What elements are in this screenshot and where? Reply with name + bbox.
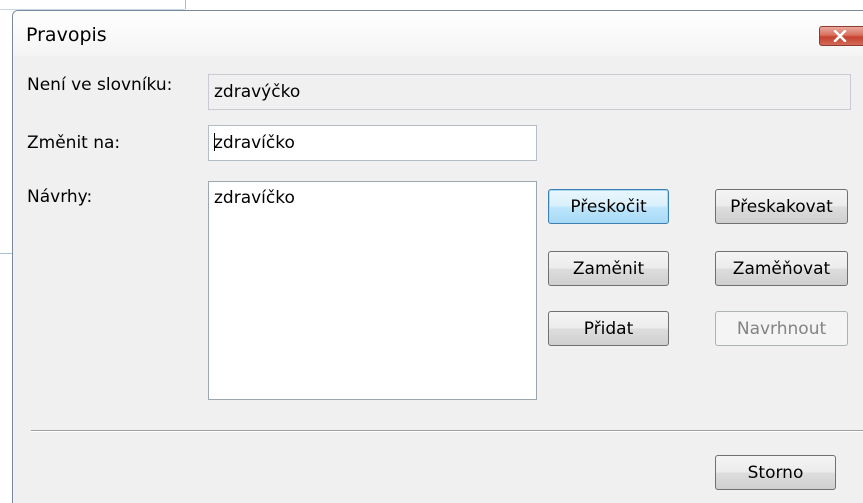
title-bar[interactable]: Pravopis	[13, 11, 863, 56]
not-in-dictionary-label: Není ve slovníku:	[27, 75, 173, 95]
background-window-edge	[0, 0, 185, 10]
add-button[interactable]: Přidat	[548, 311, 669, 346]
not-in-dictionary-field: zdravýčko	[208, 74, 851, 110]
separator	[31, 430, 863, 432]
replace-button[interactable]: Zaměnit	[548, 251, 669, 286]
skip-all-button[interactable]: Přeskakovat	[715, 189, 848, 224]
replace-all-button[interactable]: Zaměňovat	[715, 251, 848, 286]
change-to-value: zdravíčko	[214, 133, 295, 153]
change-to-label: Změnit na:	[27, 133, 121, 153]
change-to-input[interactable]: zdravíčko	[208, 125, 537, 161]
background-window-divider	[185, 0, 186, 9]
spelling-dialog: Pravopis Není ve slovníku: zdravýčko Změ…	[12, 10, 863, 503]
suggestions-list[interactable]: zdravíčko	[208, 181, 537, 400]
suggest-button[interactable]: Navrhnout	[715, 311, 848, 346]
cancel-button[interactable]: Storno	[715, 455, 836, 490]
suggestions-label: Návrhy:	[27, 187, 93, 207]
close-button[interactable]	[819, 26, 863, 46]
close-icon	[833, 30, 847, 42]
suggestion-item[interactable]: zdravíčko	[214, 188, 531, 208]
skip-button[interactable]: Přeskočit	[548, 189, 669, 224]
dialog-title: Pravopis	[26, 24, 107, 46]
